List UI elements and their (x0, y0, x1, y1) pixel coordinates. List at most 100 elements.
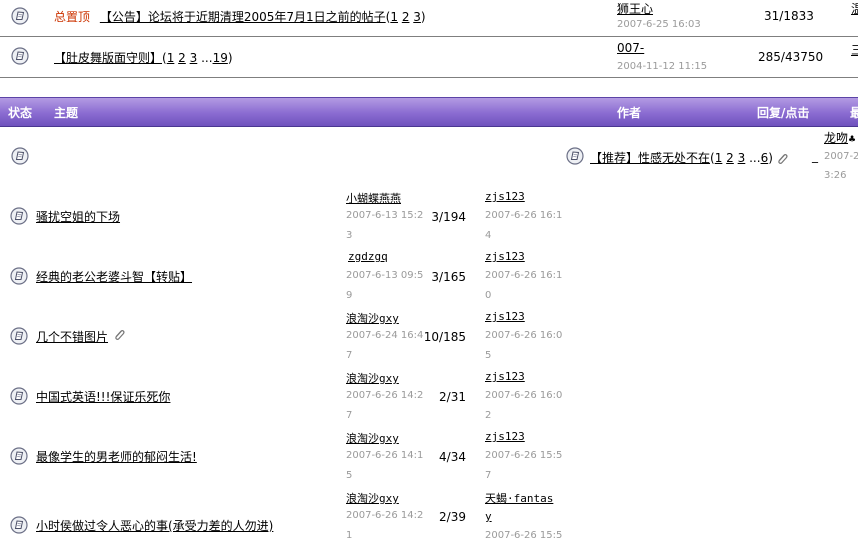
topic-status-icon[interactable] (10, 387, 28, 405)
thread-title-link[interactable]: 【推荐】性感无处不在 (590, 151, 710, 165)
last-post-author[interactable]: zjs123 (485, 250, 525, 263)
post-date: 3:26 (824, 170, 847, 181)
author-link[interactable]: 浪淘沙gxy (346, 310, 399, 326)
column-topic: 主题 (54, 106, 79, 120)
author-link[interactable]: 浪淘沙gxy (346, 370, 399, 386)
thread-title-link[interactable]: 骚扰空姐的下场 (36, 210, 120, 224)
last-post-date: 2007-6-26 15:5 (485, 450, 563, 461)
page-link[interactable]: 1 (390, 10, 398, 24)
reply-count: 4/34 (439, 450, 466, 464)
reply-count: 285/43750 (758, 50, 824, 64)
post-date-wrap: 7 (346, 350, 353, 361)
post-date-wrap: 7 (346, 410, 353, 421)
topic-status-icon[interactable] (11, 7, 29, 25)
post-date: 2007-2 (824, 151, 858, 162)
page-link[interactable]: 1 (715, 151, 723, 165)
recommended-topic: 【推荐】性感无处不在(1 2 3 ...6) (590, 149, 789, 166)
page-link[interactable]: 3 (190, 51, 198, 65)
author-link[interactable]: 浪淘沙gxy (346, 490, 399, 506)
last-post-date-wrap: 2 (485, 410, 492, 421)
topic-status-icon[interactable] (10, 267, 28, 285)
pinned-tag: 总置顶 (54, 10, 91, 24)
attachment-icon (112, 328, 126, 342)
topic-status-icon[interactable] (11, 147, 29, 165)
last-post-author[interactable]: 三 (851, 41, 858, 58)
last-post-author-wrap[interactable]: y (485, 510, 492, 523)
page-link[interactable]: 19 (213, 51, 228, 65)
column-last-post: 最 (850, 106, 858, 120)
post-date: 2007-6-24 16:4 (346, 330, 424, 341)
post-date: 2007-6-13 09:5 (346, 270, 424, 281)
post-date-wrap: 5 (346, 470, 353, 481)
post-date: 2007-6-25 16:03 (617, 19, 701, 30)
topic-status-icon[interactable] (10, 516, 28, 534)
thread-title-link[interactable]: 几个不错图片 (36, 330, 108, 344)
last-post-date-wrap: 7 (485, 470, 492, 481)
post-date: 2007-6-26 14:2 (346, 510, 424, 521)
row-divider (0, 36, 858, 37)
thread-title-link[interactable]: 【公告】论坛将于近期清理2005年7月1日之前的帖子 (100, 10, 386, 24)
last-post-author[interactable]: zjs123 (485, 370, 525, 383)
page-link[interactable]: 2 (178, 51, 186, 65)
column-status: 状态 (8, 106, 33, 120)
author-link[interactable]: 小蝴蝶燕燕 (346, 190, 401, 206)
author-link[interactable]: 龙吻 (824, 131, 848, 145)
author-link[interactable]: zgdzgq (348, 250, 388, 263)
post-date: 2007-6-26 14:1 (346, 450, 424, 461)
thread-title-cell: 中国式英语!!!保证乐死你 (36, 388, 170, 405)
author-link[interactable]: 007- (617, 41, 644, 55)
last-post-date: 2007-6-26 16:0 (485, 330, 563, 341)
post-date-wrap: 1 (346, 530, 353, 541)
row-divider (0, 77, 858, 78)
reply-count: 31/1833 (764, 9, 814, 23)
author-cell: 龙吻♣ (824, 129, 856, 146)
topic-status-icon[interactable] (10, 447, 28, 465)
reply-count: 10/185 (423, 330, 466, 344)
page-link[interactable]: 3 (738, 151, 746, 165)
pinned-topic: 【肚皮舞版面守则】(1 2 3 ...19) (54, 51, 233, 65)
pinned-topic: 总置顶 【公告】论坛将于近期清理2005年7月1日之前的帖子(1 2 3) (54, 10, 426, 24)
thread-title-cell: 经典的老公老婆斗智【转贴】 (36, 268, 192, 285)
thread-title-link[interactable]: 经典的老公老婆斗智【转贴】 (36, 270, 192, 284)
thread-title-link[interactable]: 最像学生的男老师的郁闷生活! (36, 450, 197, 464)
last-post-date-wrap: 5 (485, 350, 492, 361)
thread-title-cell: 几个不错图片 (36, 328, 108, 345)
last-post-author[interactable]: zjs123 (485, 190, 525, 203)
author-link[interactable]: 狮王心 (617, 0, 653, 17)
last-post-author[interactable]: zjs123 (485, 310, 525, 323)
last-post-date: 2007-6-26 16:1 (485, 210, 563, 221)
page-link[interactable]: 1 (167, 51, 175, 65)
page-link[interactable]: 2 (726, 151, 734, 165)
reply-count: 2/39 (439, 510, 466, 524)
last-post-date: 2007-6-26 16:1 (485, 270, 563, 281)
separator: _ (812, 149, 818, 163)
author-link[interactable]: 浪淘沙gxy (346, 430, 399, 446)
thread-title-cell: 小时侯做过令人恶心的事(承受力差的人勿进) (36, 517, 273, 534)
reply-count: 2/31 (439, 390, 466, 404)
last-post-author[interactable]: zjs123 (485, 430, 525, 443)
topic-status-icon[interactable] (566, 147, 584, 165)
last-post-author[interactable]: 温 (851, 0, 858, 17)
column-replies: 回复/点击 (757, 106, 810, 120)
page-link[interactable]: 2 (402, 10, 410, 24)
thread-title-cell: 骚扰空姐的下场 (36, 208, 120, 225)
thread-title-link[interactable]: 小时侯做过令人恶心的事(承受力差的人勿进) (36, 519, 273, 533)
reply-count: 3/194 (431, 210, 466, 224)
attachment-icon (775, 152, 789, 166)
column-author: 作者 (617, 106, 642, 120)
topic-status-icon[interactable] (10, 207, 28, 225)
topic-status-icon[interactable] (11, 47, 29, 65)
page-link[interactable]: 3 (413, 10, 421, 24)
post-date: 2004-11-12 11:15 (617, 61, 708, 72)
post-date: 2007-6-26 14:2 (346, 390, 424, 401)
club-icon: ♣ (848, 135, 857, 145)
thread-title-link[interactable]: 【肚皮舞版面守则】 (54, 51, 162, 65)
thread-list-header: 状态 主题 作者 回复/点击 最 (0, 97, 858, 127)
thread-title-cell: 最像学生的男老师的郁闷生活! (36, 448, 197, 465)
post-date-wrap: 3 (346, 230, 353, 241)
thread-title-link[interactable]: 中国式英语!!!保证乐死你 (36, 390, 170, 404)
reply-count: 3/165 (431, 270, 466, 284)
last-post-date-wrap: 4 (485, 230, 492, 241)
topic-status-icon[interactable] (10, 327, 28, 345)
last-post-author[interactable]: 天蝎·fantas (485, 490, 553, 506)
